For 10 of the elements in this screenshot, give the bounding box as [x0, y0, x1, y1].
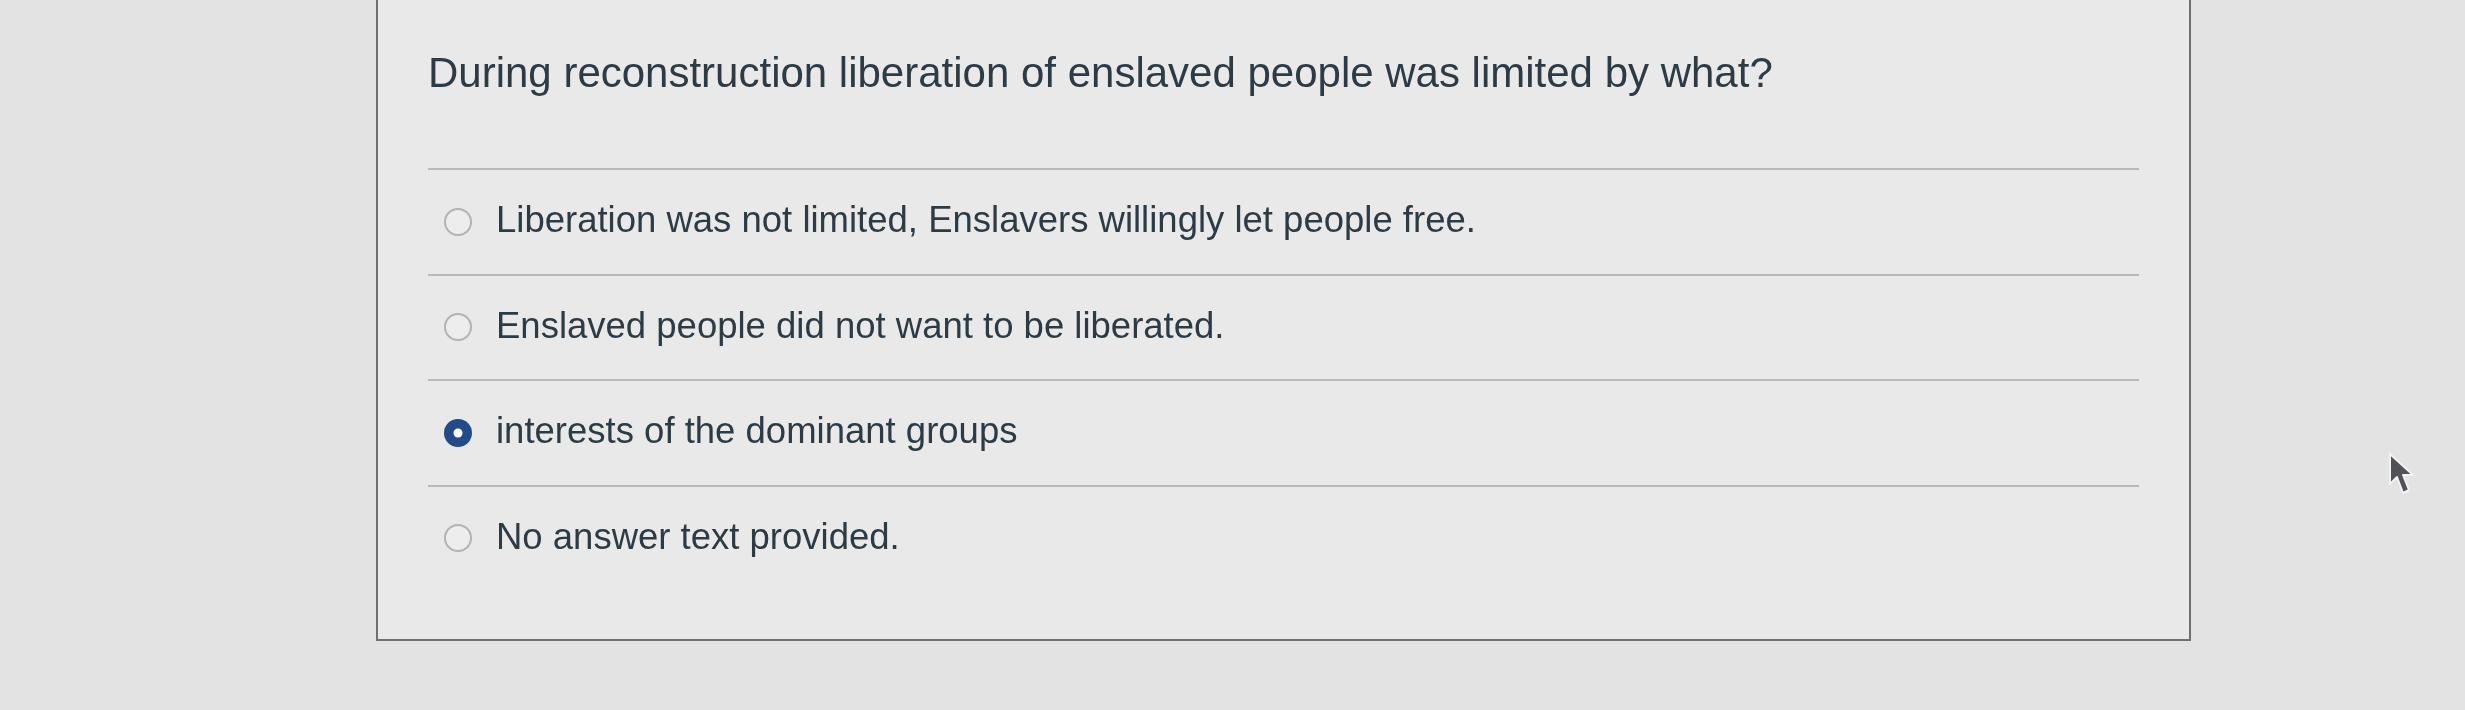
- option-label: No answer text provided.: [496, 515, 900, 558]
- option-label: interests of the dominant groups: [496, 410, 1018, 453]
- question-text: During reconstruction liberation of enslaved people was limited by what?: [428, 49, 1774, 97]
- option-label: Enslaved people did not want to be liberated.: [496, 304, 1225, 347]
- radio-button[interactable]: [444, 313, 472, 342]
- cursor-icon: [2388, 452, 2416, 496]
- radio-button[interactable]: [444, 418, 472, 447]
- radio-button[interactable]: [444, 524, 472, 553]
- radio-button[interactable]: [444, 207, 472, 236]
- option-label: Liberation was not limited, Enslavers willingly let people free.: [496, 199, 1476, 242]
